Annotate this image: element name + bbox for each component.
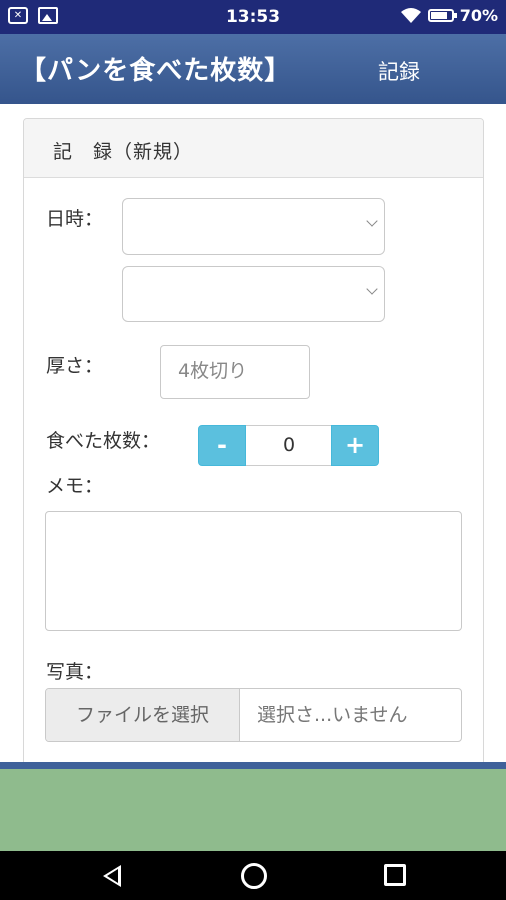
record-action-button[interactable]: 記録	[378, 56, 420, 86]
footer-area	[0, 769, 506, 851]
app-bar: 【パンを食べた枚数】 記録	[0, 34, 506, 104]
photo-file-input[interactable]: ファイルを選択 選択さ...いません	[45, 688, 462, 742]
app-title: 【パンを食べた枚数】	[20, 56, 292, 86]
chevron-down-icon	[366, 283, 378, 295]
decrement-button[interactable]: -	[198, 425, 246, 466]
thickness-label: 厚さ：	[46, 355, 104, 377]
main-content: 記 録（新規） 日時： 厚さ： 4枚切り 食べた枚数： - 0 + メモ： 写真…	[0, 104, 506, 762]
status-right-icons: 70%	[400, 6, 498, 25]
count-value[interactable]: 0	[246, 425, 332, 466]
count-label: 食べた枚数：	[46, 430, 161, 452]
memo-textarea[interactable]	[45, 511, 462, 631]
date-select[interactable]	[122, 198, 385, 255]
battery-icon	[427, 9, 457, 22]
chevron-down-icon	[366, 215, 378, 227]
battery-level: 70%	[459, 6, 498, 25]
file-status: 選択さ...いません	[257, 704, 408, 726]
photo-label: 写真：	[46, 661, 104, 683]
memo-label: メモ：	[46, 475, 104, 497]
footer-divider	[0, 762, 506, 769]
navigation-bar	[0, 851, 506, 900]
wifi-icon	[400, 8, 421, 23]
datetime-label: 日時：	[46, 208, 104, 230]
home-icon[interactable]	[241, 863, 267, 889]
choose-file-button[interactable]: ファイルを選択	[46, 689, 240, 741]
increment-button[interactable]: +	[331, 425, 379, 466]
time-select[interactable]	[122, 266, 385, 322]
recent-apps-icon[interactable]	[384, 864, 406, 886]
thickness-input[interactable]: 4枚切り	[160, 345, 310, 399]
back-icon-inner	[107, 869, 118, 883]
panel-title: 記 録（新規）	[53, 141, 194, 163]
status-bar: ✕ 13:53 70%	[0, 0, 506, 34]
